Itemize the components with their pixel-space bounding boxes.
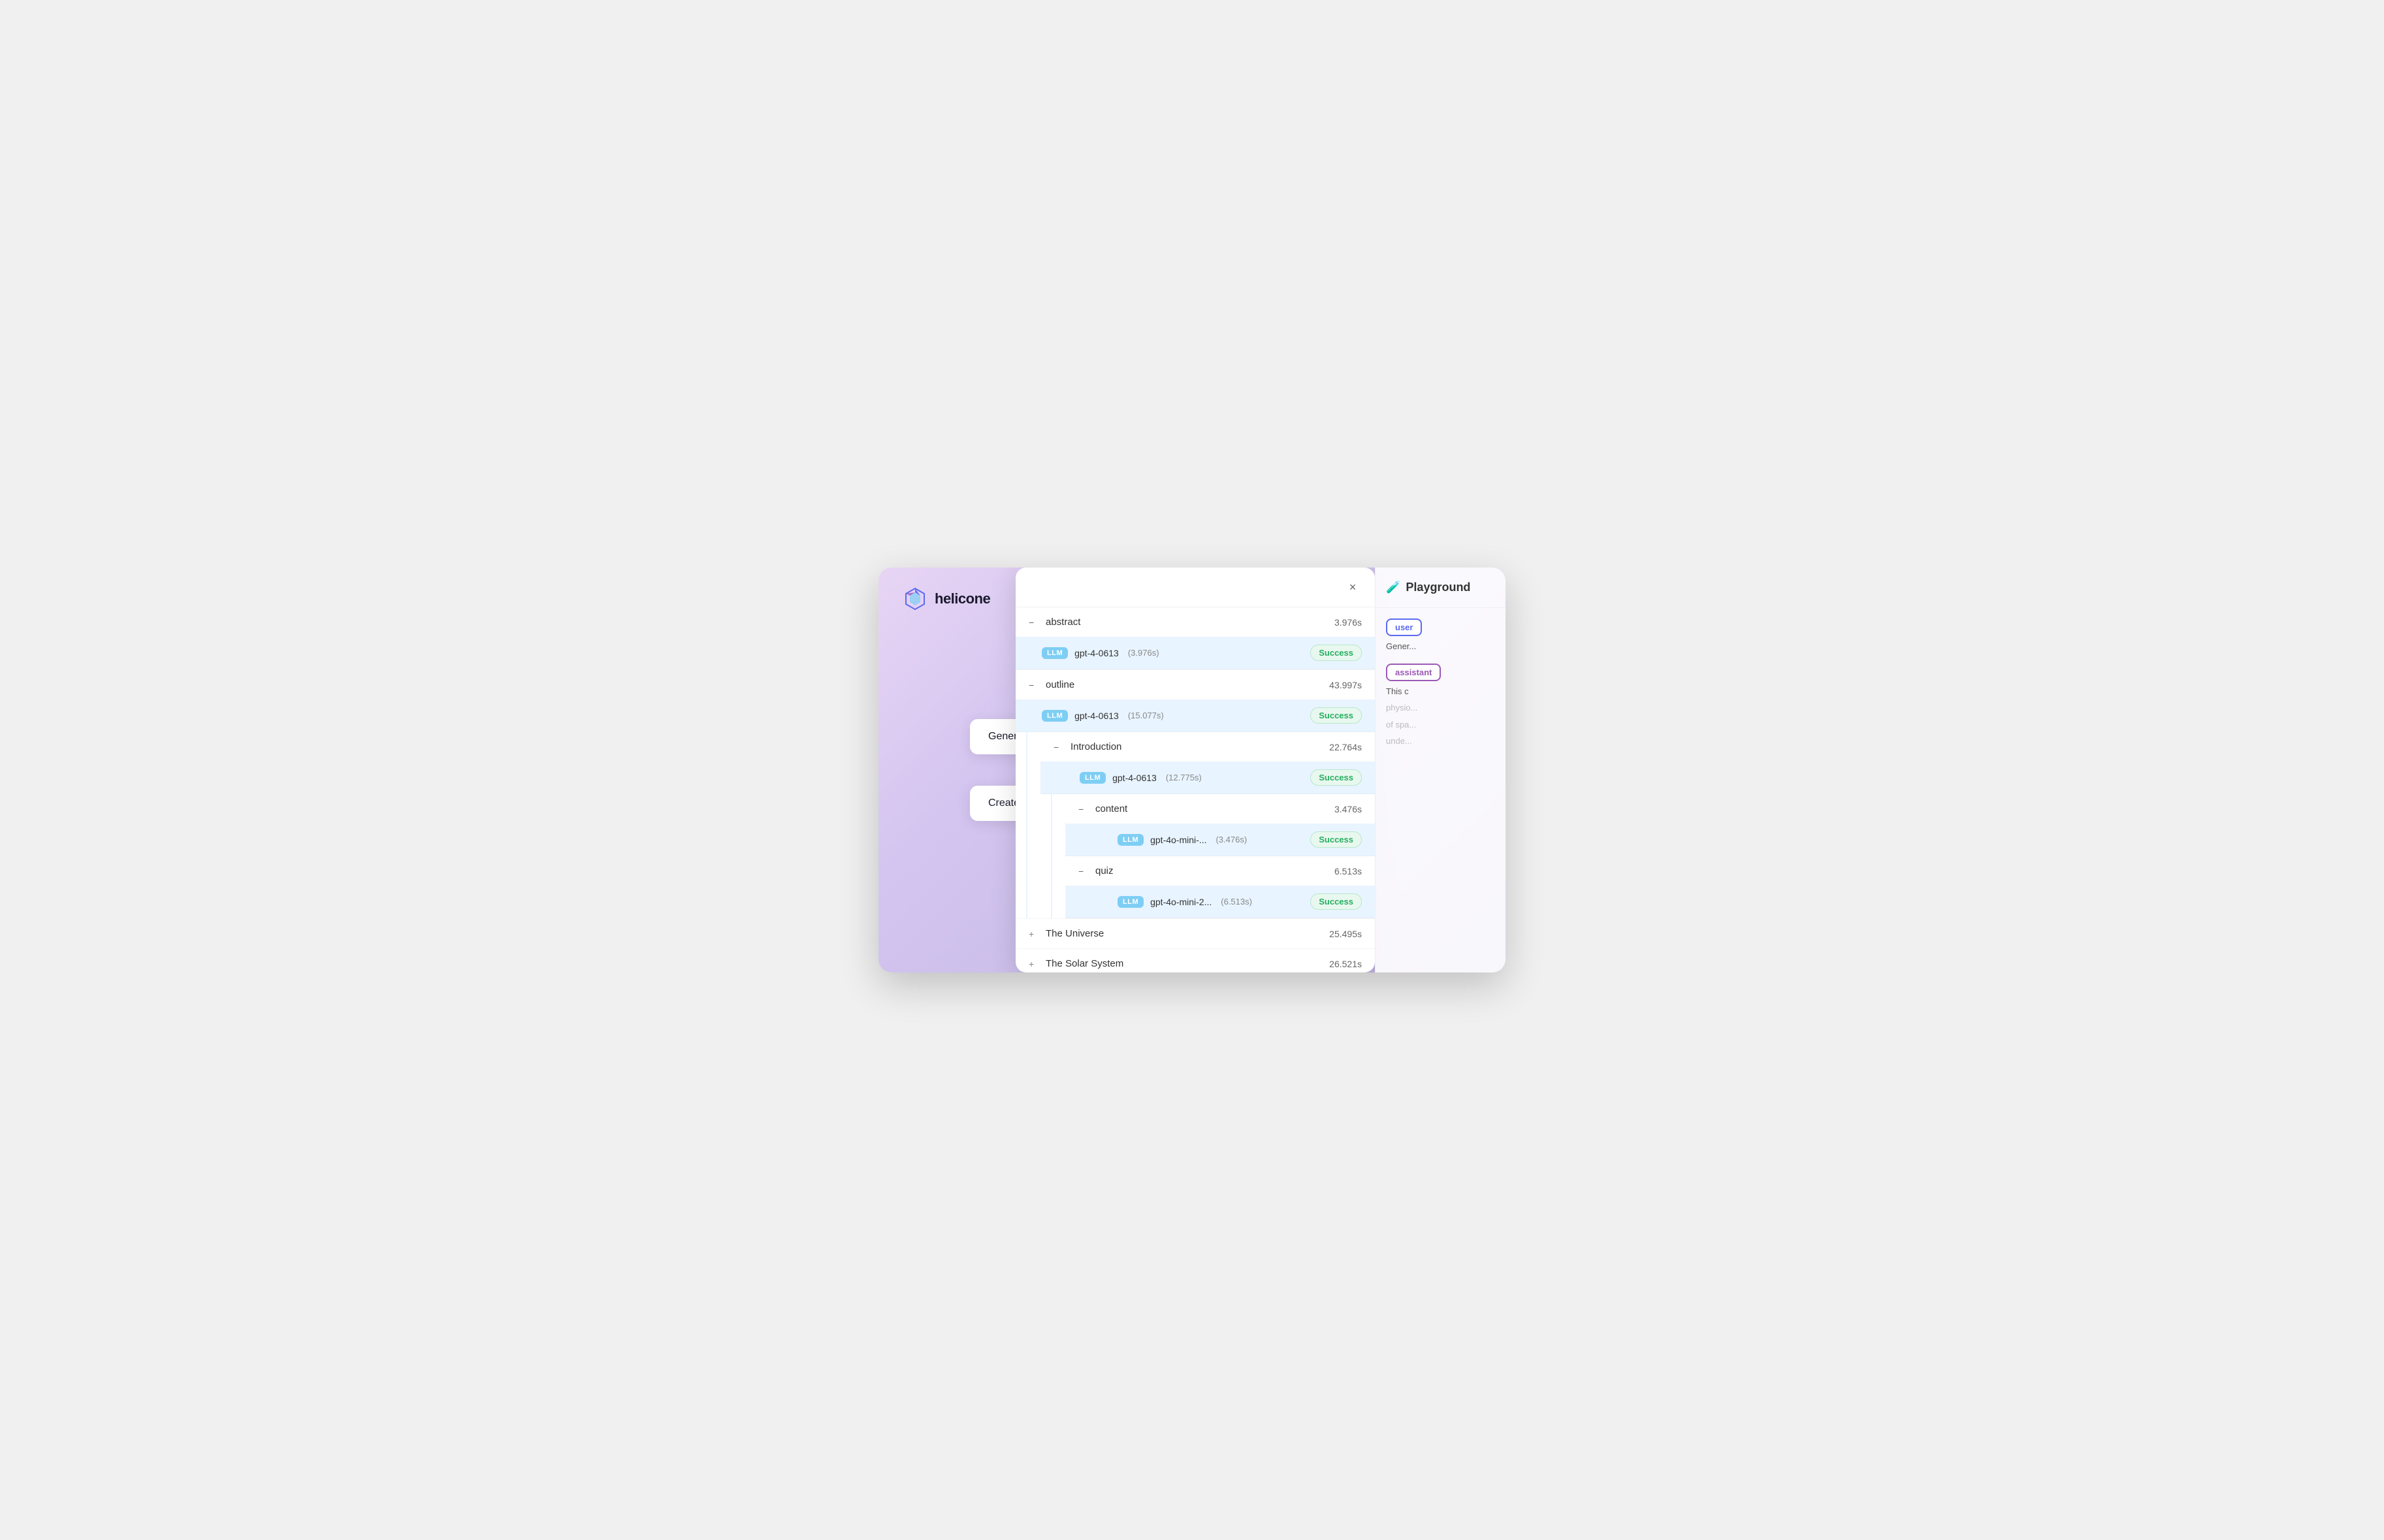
llm-badge: LLM: [1042, 647, 1068, 659]
trace-row-left-quiz: − quiz: [1078, 865, 1114, 876]
llm-badge-quiz: LLM: [1118, 896, 1144, 908]
chat-bubble-assistant: assistant This c physio... of spa... und…: [1386, 664, 1495, 748]
llm-duration-intro: (12.775s): [1166, 773, 1202, 782]
toggle-quiz[interactable]: −: [1078, 866, 1089, 876]
trace-name-quiz: quiz: [1095, 865, 1114, 876]
trace-row-content[interactable]: − content 3.476s: [1065, 794, 1375, 824]
close-button[interactable]: ×: [1344, 578, 1362, 596]
assistant-message-line3: of spa...: [1386, 718, 1495, 731]
trace-row-left-content: − content: [1078, 803, 1127, 814]
trace-row-left: − abstract: [1029, 617, 1080, 628]
inner-group-quiz: − quiz 6.513s LLM gpt-4o-mini-2... (6.51…: [1051, 856, 1375, 918]
sidebar-title: Playground: [1406, 581, 1470, 594]
llm-badge-content: LLM: [1118, 834, 1144, 846]
trace-name-solar: The Solar System: [1046, 958, 1123, 969]
toggle-universe[interactable]: +: [1029, 929, 1039, 939]
trace-time-quiz: 6.513s: [1334, 866, 1362, 876]
panel-header: ×: [1016, 568, 1375, 607]
success-badge-content: Success: [1310, 831, 1362, 848]
trace-child-left: LLM gpt-4-0613 (3.976s): [1042, 647, 1159, 659]
trace-row-left-intro: − Introduction: [1054, 741, 1121, 752]
toggle-introduction[interactable]: −: [1054, 742, 1064, 752]
trace-child-quiz-llm[interactable]: LLM gpt-4o-mini-2... (6.513s) Success: [1065, 886, 1375, 918]
subgroup-introduction: − Introduction 22.764s LLM gpt-4-0613 (1…: [1026, 732, 1375, 918]
toggle-outline[interactable]: −: [1029, 680, 1039, 690]
trace-child-outline-llm[interactable]: LLM gpt-4-0613 (15.077s) Success: [1016, 699, 1375, 732]
success-badge-abstract: Success: [1310, 645, 1362, 661]
trace-child-left-content: LLM gpt-4o-mini-... (3.476s): [1118, 834, 1247, 846]
llm-duration-abstract: (3.976s): [1128, 648, 1159, 658]
trace-row-abstract[interactable]: − abstract 3.976s: [1016, 607, 1375, 637]
llm-duration-outline: (15.077s): [1128, 711, 1164, 720]
success-badge-quiz: Success: [1310, 893, 1362, 910]
toggle-solar[interactable]: +: [1029, 959, 1039, 969]
app-name: helicone: [935, 590, 990, 607]
trace-name-introduction: Introduction: [1071, 741, 1121, 752]
trace-row-outline[interactable]: − outline 43.997s: [1016, 670, 1375, 699]
trace-name-abstract: abstract: [1046, 617, 1080, 628]
trace-time-abstract: 3.976s: [1334, 617, 1362, 628]
toggle-abstract[interactable]: −: [1029, 617, 1039, 628]
toggle-content[interactable]: −: [1078, 804, 1089, 814]
llm-badge-intro: LLM: [1080, 772, 1106, 784]
assistant-message-line1: This c: [1386, 685, 1495, 698]
trace-time-universe: 25.495s: [1329, 929, 1362, 939]
trace-child-intro-llm[interactable]: LLM gpt-4-0613 (12.775s) Success: [1040, 762, 1375, 794]
trace-name-content: content: [1095, 803, 1127, 814]
trace-list[interactable]: − abstract 3.976s LLM gpt-4-0613 (3.976s…: [1016, 607, 1375, 972]
right-sidebar: 🧪 Playground user Gener... assistant Thi…: [1375, 568, 1506, 972]
success-badge-intro: Success: [1310, 769, 1362, 786]
llm-duration-content: (3.476s): [1216, 835, 1247, 844]
llm-model-content: gpt-4o-mini-...: [1150, 835, 1206, 845]
trace-row-left-universe: + The Universe: [1029, 928, 1104, 939]
trace-time-introduction: 22.764s: [1329, 742, 1362, 752]
trace-row-introduction[interactable]: − Introduction 22.764s: [1040, 732, 1375, 762]
trace-child-abstract-llm[interactable]: LLM gpt-4-0613 (3.976s) Success: [1016, 637, 1375, 669]
trace-group-universe: + The Universe 25.495s: [1016, 919, 1375, 949]
assistant-message-line2: physio...: [1386, 701, 1495, 714]
llm-model-quiz: gpt-4o-mini-2...: [1150, 897, 1212, 907]
playground-icon: 🧪: [1386, 581, 1400, 594]
chat-bubble-user: user Gener...: [1386, 618, 1495, 653]
main-panel: × − abstract 3.976s LLM gpt-4-0613 (3.97…: [1016, 568, 1375, 972]
llm-duration-quiz: (6.513s): [1221, 897, 1252, 906]
trace-group-solar: + The Solar System 26.521s: [1016, 949, 1375, 972]
trace-row-quiz[interactable]: − quiz 6.513s: [1065, 856, 1375, 886]
llm-model-intro: gpt-4-0613: [1112, 773, 1157, 783]
llm-model-abstract: gpt-4-0613: [1074, 648, 1119, 658]
helicone-logo-icon: [902, 586, 928, 612]
llm-badge-outline: LLM: [1042, 710, 1068, 722]
trace-name-universe: The Universe: [1046, 928, 1104, 939]
llm-model-outline: gpt-4-0613: [1074, 711, 1119, 721]
logo-area: helicone: [902, 586, 990, 612]
trace-time-content: 3.476s: [1334, 804, 1362, 814]
trace-child-content-llm[interactable]: LLM gpt-4o-mini-... (3.476s) Success: [1065, 824, 1375, 856]
trace-group-outline: − outline 43.997s LLM gpt-4-0613 (15.077…: [1016, 670, 1375, 919]
trace-row-solar[interactable]: + The Solar System 26.521s: [1016, 949, 1375, 972]
trace-row-left-outline: − outline: [1029, 679, 1074, 690]
trace-child-left-quiz: LLM gpt-4o-mini-2... (6.513s): [1118, 896, 1252, 908]
sidebar-header: 🧪 Playground: [1376, 568, 1506, 608]
success-badge-outline: Success: [1310, 707, 1362, 724]
assistant-role-badge[interactable]: assistant: [1386, 664, 1441, 681]
trace-row-universe[interactable]: + The Universe 25.495s: [1016, 919, 1375, 948]
user-message-text: Gener...: [1386, 640, 1495, 653]
user-role-badge[interactable]: user: [1386, 618, 1422, 636]
app-container: helicone Generate course outline Create …: [878, 568, 1506, 972]
trace-time-solar: 26.521s: [1329, 959, 1362, 969]
inner-group-content: − content 3.476s LLM gpt-4o-mini-... (3.…: [1051, 794, 1375, 856]
trace-row-left-solar: + The Solar System: [1029, 958, 1123, 969]
trace-child-left-outline: LLM gpt-4-0613 (15.077s): [1042, 710, 1164, 722]
chat-area: user Gener... assistant This c physio...…: [1376, 608, 1506, 972]
trace-name-outline: outline: [1046, 679, 1074, 690]
trace-time-outline: 43.997s: [1329, 680, 1362, 690]
assistant-message-line4: unde...: [1386, 735, 1495, 748]
trace-group-abstract: − abstract 3.976s LLM gpt-4-0613 (3.976s…: [1016, 607, 1375, 670]
trace-child-left-intro: LLM gpt-4-0613 (12.775s): [1080, 772, 1202, 784]
